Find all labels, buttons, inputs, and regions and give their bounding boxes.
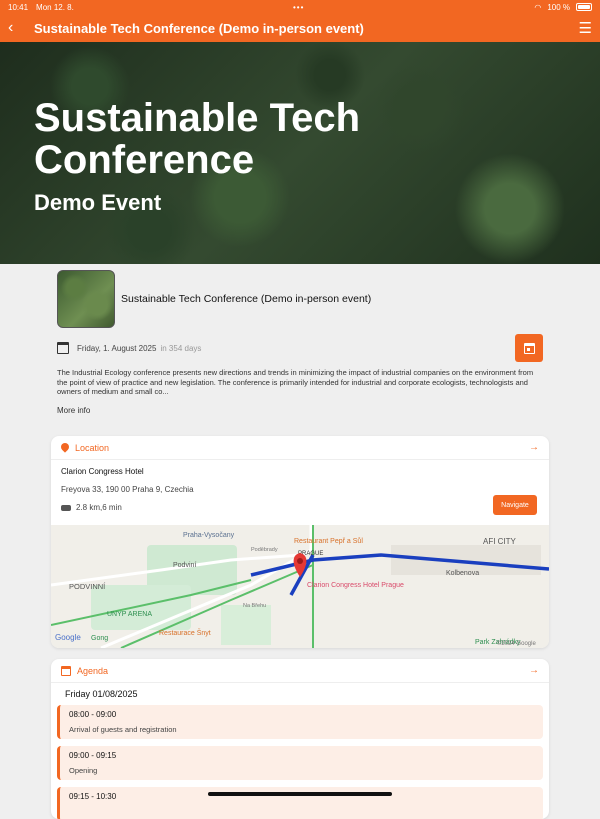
more-info-link[interactable]: More info bbox=[57, 406, 90, 415]
back-arrow-icon[interactable]: ‹ bbox=[8, 19, 26, 37]
agenda-heading: Agenda bbox=[77, 665, 109, 676]
map-graphic: Praha-Vysočany Restaurant Pepř a Sůl AFI… bbox=[51, 525, 549, 648]
navigate-button[interactable]: Navigate bbox=[493, 495, 537, 515]
map-label-g: Clarion Congress Hotel Prague bbox=[307, 582, 404, 589]
wifi-icon: ◠ bbox=[534, 2, 542, 12]
location-heading: Location bbox=[75, 442, 110, 453]
location-card: Location → Clarion Congress Hotel Freyov… bbox=[51, 436, 549, 648]
agenda-slot[interactable]: 09:00 - 09:15 Opening bbox=[57, 746, 543, 780]
slot-name: Opening bbox=[69, 766, 98, 775]
map-label-c: AFI CITY bbox=[483, 537, 517, 546]
home-indicator[interactable] bbox=[208, 792, 392, 796]
event-countdown: in 354 days bbox=[160, 343, 202, 353]
add-to-calendar-button[interactable] bbox=[515, 334, 543, 362]
hero-subtitle: Demo Event bbox=[34, 190, 162, 215]
event-header: Sustainable Tech Conference (Demo in-per… bbox=[57, 270, 371, 328]
map-label-d: Podviní bbox=[173, 562, 196, 569]
venue-name: Clarion Congress Hotel bbox=[61, 467, 144, 476]
event-date: Friday, 1. August 2025 bbox=[77, 343, 157, 353]
agenda-header[interactable]: Agenda → bbox=[51, 659, 549, 683]
event-thumbnail bbox=[57, 270, 115, 328]
battery-icon bbox=[576, 3, 592, 11]
status-date: Mon 12. 8. bbox=[36, 2, 74, 12]
map-label-a: Praha-Vysočany bbox=[183, 532, 235, 539]
map-label-f: UNYP ARENA bbox=[107, 611, 152, 618]
top-app-bar: ‹ Sustainable Tech Conference (Demo in-p… bbox=[0, 14, 600, 42]
location-header[interactable]: Location → bbox=[51, 436, 549, 460]
event-description: The Industrial Ecology conference presen… bbox=[57, 368, 534, 396]
map-copyright: ©2024 Google bbox=[497, 640, 536, 647]
map-label-h: Kolbenova bbox=[446, 570, 479, 577]
map-label-e: PODVINNÍ bbox=[69, 582, 106, 591]
distance-text: 2.8 km,6 min bbox=[76, 503, 122, 512]
slot-time: 09:00 - 09:15 bbox=[69, 751, 117, 760]
hero-banner: Sustainable Tech Conference Demo Event bbox=[0, 42, 600, 264]
slot-time: 08:00 - 09:00 bbox=[69, 710, 117, 719]
multitask-dots[interactable]: ••• bbox=[293, 3, 304, 12]
slot-name: Arrival of guests and registration bbox=[69, 725, 177, 734]
car-icon bbox=[61, 504, 71, 511]
map-label-p: Na Břehu bbox=[243, 603, 266, 609]
location-pin-icon bbox=[61, 443, 69, 453]
arrow-right-icon[interactable]: → bbox=[529, 665, 539, 676]
calendar-icon bbox=[57, 342, 69, 354]
arrow-right-icon[interactable]: → bbox=[529, 442, 539, 453]
venue-address: Freyova 33, 190 00 Praha 9, Czechia bbox=[61, 485, 194, 494]
agenda-day: Friday 01/08/2025 bbox=[65, 689, 138, 699]
agenda-calendar-icon bbox=[61, 665, 71, 676]
map-label-o: Poděbrady bbox=[251, 547, 278, 553]
map-label-b: Restaurant Pepř a Sůl bbox=[294, 537, 363, 545]
hero-title: Sustainable Tech Conference bbox=[34, 96, 361, 182]
event-title: Sustainable Tech Conference (Demo in-per… bbox=[121, 293, 372, 305]
location-map[interactable]: Praha-Vysočany Restaurant Pepř a Sůl AFI… bbox=[51, 525, 549, 648]
status-time: 10:41 bbox=[8, 2, 29, 12]
status-battery: 100 % bbox=[547, 2, 570, 12]
status-bar: 10:41 Mon 12. 8. ••• ◠ 100 % bbox=[0, 0, 600, 14]
map-label-k: Gong bbox=[91, 635, 108, 642]
page-title: Sustainable Tech Conference (Demo in-per… bbox=[34, 20, 364, 36]
event-date-row: Friday, 1. August 2025 in 354 days bbox=[57, 342, 201, 354]
distance-row: 2.8 km,6 min bbox=[51, 494, 549, 512]
google-logo: Google bbox=[55, 633, 81, 642]
map-label-i: Restaurace Šnyt bbox=[159, 628, 211, 637]
calendar-add-icon bbox=[523, 342, 535, 354]
hamburger-menu-icon[interactable]: ☰ bbox=[579, 19, 592, 37]
agenda-slot[interactable]: 08:00 - 09:00 Arrival of guests and regi… bbox=[57, 705, 543, 739]
